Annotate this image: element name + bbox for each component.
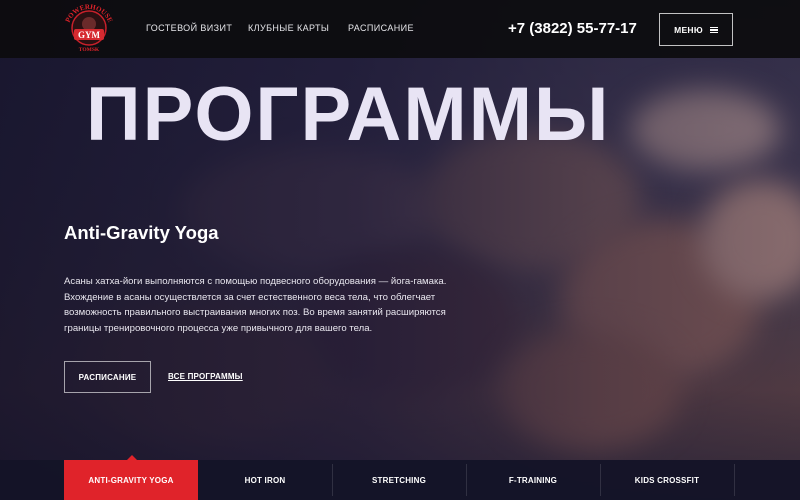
- program-tabs: ANTI-GRAVITY YOGA HOT IRON STRETCHING F-…: [0, 455, 800, 500]
- tab-kids-crossfit[interactable]: KIDS CROSSFIT: [600, 460, 734, 500]
- tab-divider: [734, 464, 735, 496]
- svg-text:GYM: GYM: [78, 30, 101, 40]
- page-title: ПРОГРАММЫ: [86, 72, 611, 157]
- tab-label: F-TRAINING: [508, 475, 558, 485]
- tab-hot-iron[interactable]: HOT IRON: [198, 460, 332, 500]
- program-title: Anti-Gravity Yoga: [64, 222, 219, 243]
- phone-number[interactable]: +7 (3822) 55-77-17: [508, 20, 637, 37]
- gym-logo[interactable]: POWERHOUSE GYM TOMSK: [60, 3, 118, 54]
- tab-label: ANTI-GRAVITY YOGA: [88, 475, 174, 485]
- tab-label: HOT IRON: [244, 475, 286, 485]
- tab-f-training[interactable]: F-TRAINING: [466, 460, 600, 500]
- tab-stretching[interactable]: STRETCHING: [332, 460, 466, 500]
- svg-text:TOMSK: TOMSK: [79, 47, 100, 53]
- site-header: POWERHOUSE GYM TOMSK ГОСТЕВОЙ ВИЗИТ КЛУБ…: [0, 0, 800, 58]
- all-programs-link[interactable]: ВСЕ ПРОГРАММЫ: [168, 372, 243, 381]
- nav-club-cards[interactable]: КЛУБНЫЕ КАРТЫ: [248, 23, 329, 33]
- tab-label: STRETCHING: [372, 475, 426, 485]
- schedule-button-label: РАСПИСАНИЕ: [78, 372, 137, 382]
- tab-label: KIDS CROSSFIT: [634, 475, 700, 485]
- nav-guest-visit[interactable]: ГОСТЕВОЙ ВИЗИТ: [146, 23, 232, 33]
- schedule-button[interactable]: РАСПИСАНИЕ: [64, 361, 151, 393]
- nav-schedule[interactable]: РАСПИСАНИЕ: [348, 23, 414, 33]
- menu-label: МЕНЮ: [674, 24, 703, 35]
- program-description: Асаны хатха-йоги выполняются с помощью п…: [64, 276, 447, 334]
- menu-button[interactable]: МЕНЮ: [659, 13, 733, 46]
- hamburger-icon: [709, 26, 718, 33]
- tab-anti-gravity-yoga[interactable]: ANTI-GRAVITY YOGA: [64, 455, 198, 500]
